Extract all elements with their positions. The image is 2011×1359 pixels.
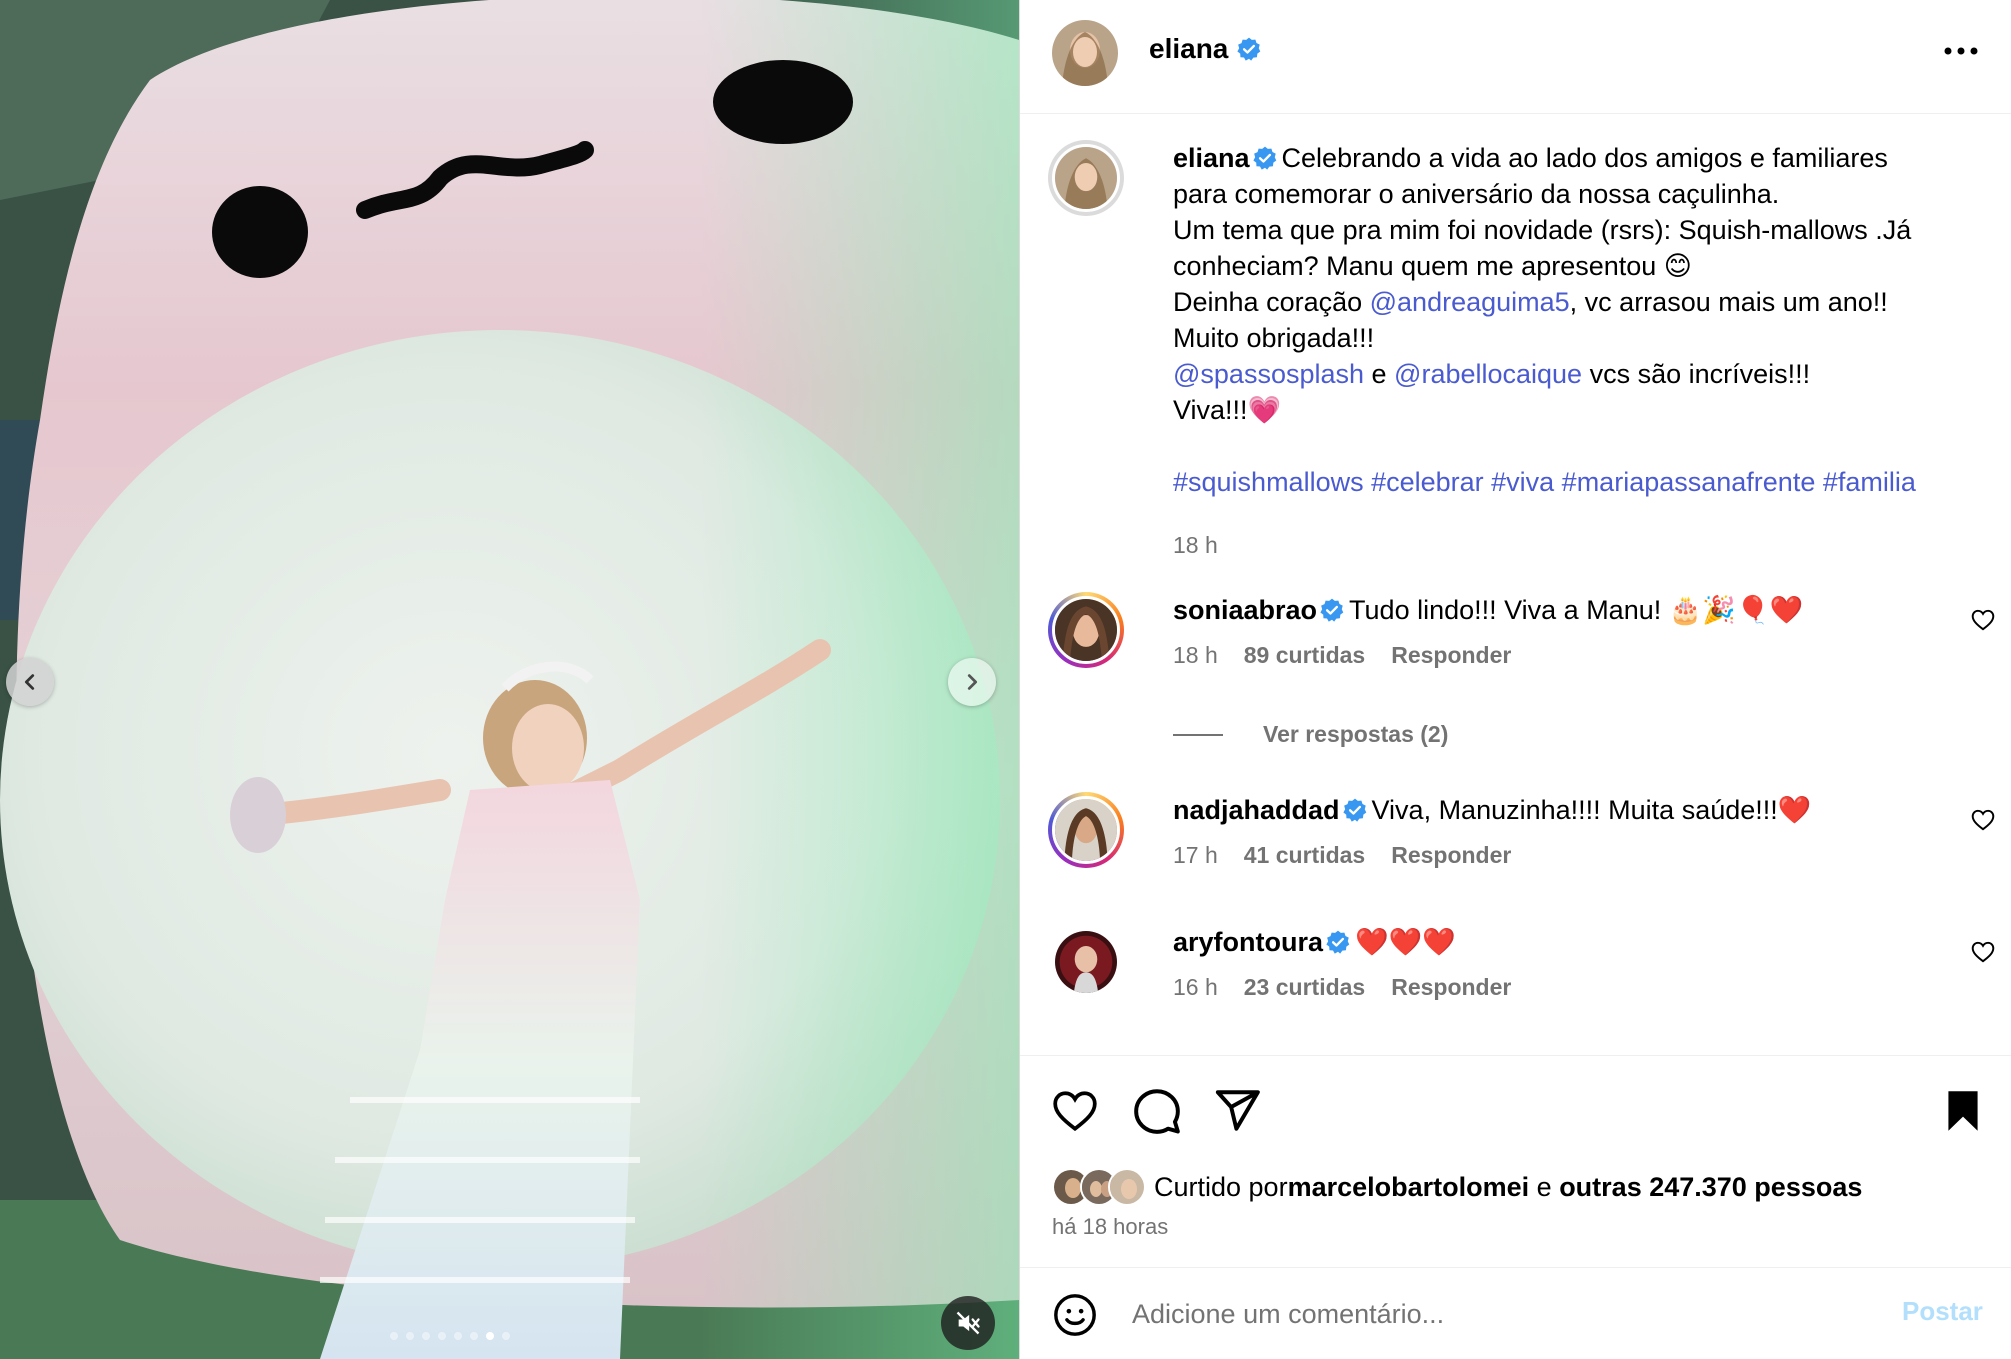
liked-by-prefix: Curtido por (1154, 1171, 1288, 1202)
chevron-left-icon (24, 674, 35, 690)
caption-line: Celebrando a vida ao lado dos amigos e f… (1281, 143, 1888, 173)
avatar[interactable] (1052, 20, 1118, 86)
comment-body: Tudo lindo!!! Viva a Manu! 🎂🎉🎈❤️ (1349, 595, 1804, 625)
reply-button[interactable]: Responder (1391, 642, 1511, 669)
caption-username[interactable]: eliana (1173, 143, 1250, 173)
verified-badge-icon (1326, 930, 1350, 954)
post-comment-button[interactable]: Postar (1902, 1296, 1983, 1327)
comment-time[interactable]: 16 h (1173, 974, 1218, 1001)
carousel-next-button[interactable] (948, 658, 996, 706)
add-comment-bar: Postar (1020, 1267, 2011, 1359)
heart-icon[interactable] (1970, 807, 1996, 833)
comment-meta: 17 h 41 curtidas Responder (1173, 842, 1511, 869)
carousel-dots (390, 1332, 510, 1340)
bookmark-saved-icon[interactable] (1938, 1086, 1988, 1136)
comment-likes[interactable]: 23 curtidas (1244, 974, 1365, 1001)
carousel-dot (470, 1332, 478, 1340)
more-options-icon[interactable] (1938, 34, 1984, 68)
hashtag-links[interactable]: #squishmallows #celebrar #viva #mariapas… (1173, 467, 1916, 497)
comment-meta: 18 h 89 curtidas Responder (1173, 642, 1511, 669)
view-replies-button[interactable]: Ver respostas (2) (1173, 721, 1448, 748)
caption-meta: 18 h (1173, 532, 1218, 559)
avatar[interactable] (1048, 792, 1124, 868)
speaker-muted-icon (956, 1311, 980, 1335)
post-side-panel: eliana eliana Celebrando a vida ao lado d… (1019, 0, 2011, 1359)
carousel-dot (502, 1332, 510, 1340)
header-username[interactable]: eliana (1149, 33, 1228, 65)
caption-line: Um tema que pra mim foi novidade (rsrs):… (1173, 215, 1912, 245)
comment-time[interactable]: 17 h (1173, 842, 1218, 869)
comments-section: eliana Celebrando a vida ao lado dos amig… (1020, 115, 2011, 1055)
avatar[interactable] (1108, 1168, 1146, 1206)
verified-badge-icon (1237, 37, 1261, 61)
caption-line: Viva!!!💗 (1173, 395, 1282, 425)
avatar[interactable] (1048, 140, 1124, 216)
caption-line: e (1364, 359, 1395, 389)
replies-divider (1173, 733, 1223, 736)
caption-time[interactable]: 18 h (1173, 532, 1218, 559)
carousel-dot (422, 1332, 430, 1340)
post-header: eliana (1020, 0, 2011, 114)
comment-username[interactable]: soniaabrao (1173, 595, 1317, 625)
caption-line: conheciam? Manu quem me apresentou 😊 (1173, 251, 1692, 281)
caption-line: Muito obrigada!!! (1173, 323, 1375, 353)
emoji-smiley-icon[interactable] (1052, 1292, 1098, 1338)
caption-line: , vc arrasou mais um ano!! (1569, 287, 1888, 317)
comment-time[interactable]: 18 h (1173, 642, 1218, 669)
liked-by-user[interactable]: marcelobartolomei (1288, 1172, 1530, 1203)
comment-bubble-icon[interactable] (1132, 1086, 1182, 1136)
carousel-dot (454, 1332, 462, 1340)
like-heart-icon[interactable] (1050, 1086, 1100, 1136)
comment-text: soniaabrao Tudo lindo!!! Viva a Manu! 🎂🎉🎈… (1173, 592, 1973, 628)
reply-button[interactable]: Responder (1391, 842, 1511, 869)
comment-input[interactable] (1132, 1290, 1832, 1338)
post-media (0, 0, 1019, 1359)
liked-by-middle: e (1529, 1171, 1560, 1202)
heart-icon[interactable] (1970, 939, 1996, 965)
post-actions: Curtido por marcelobartolomei e outras 2… (1020, 1055, 2011, 1267)
comment-username[interactable]: nadjahaddad (1173, 795, 1340, 825)
liked-by-others[interactable]: outras 247.370 pessoas (1559, 1172, 1862, 1203)
comment-meta: 16 h 23 curtidas Responder (1173, 974, 1511, 1001)
mention-link[interactable]: @spassosplash (1173, 359, 1364, 389)
verified-badge-icon (1252, 146, 1276, 170)
view-replies-label: Ver respostas (2) (1263, 721, 1449, 747)
header-username-row: eliana (1149, 33, 1262, 65)
mention-link[interactable]: @rabellocaique (1394, 359, 1582, 389)
share-paper-plane-icon[interactable] (1212, 1086, 1262, 1136)
comment-text: nadjahaddad Viva, Manuzinha!!!! Muita saú… (1173, 792, 1973, 828)
carousel-dot (438, 1332, 446, 1340)
mention-link[interactable]: @andreaguima5 (1370, 287, 1570, 317)
mute-button[interactable] (941, 1296, 995, 1350)
verified-badge-icon (1320, 598, 1344, 622)
verified-badge-icon (1342, 798, 1366, 822)
post-time-ago[interactable]: há 18 horas (1052, 1214, 1168, 1240)
caption-line: para comemorar o aniversário da nossa ca… (1173, 179, 1780, 209)
comment-username[interactable]: aryfontoura (1173, 927, 1323, 957)
caption-line: vcs são incríveis!!! (1582, 359, 1811, 389)
likes-summary: Curtido por marcelobartolomei e outras 2… (1052, 1168, 1862, 1206)
liked-by-avatars (1052, 1168, 1146, 1206)
comment-likes[interactable]: 41 curtidas (1244, 842, 1365, 869)
carousel-dot (406, 1332, 414, 1340)
avatar[interactable] (1048, 924, 1124, 1000)
post-photo (0, 0, 1019, 1359)
comment-likes[interactable]: 89 curtidas (1244, 642, 1365, 669)
reply-button[interactable]: Responder (1391, 974, 1511, 1001)
caption-text: eliana Celebrando a vida ao lado dos amig… (1173, 140, 1973, 500)
comment-body: ❤️❤️❤️ (1355, 927, 1456, 957)
heart-icon[interactable] (1970, 607, 1996, 633)
chevron-right-icon (967, 674, 978, 690)
carousel-prev-button[interactable] (6, 658, 54, 706)
carousel-dot (486, 1332, 494, 1340)
avatar[interactable] (1048, 592, 1124, 668)
caption-line: Deinha coração (1173, 287, 1370, 317)
carousel-dot (390, 1332, 398, 1340)
comment-body: Viva, Manuzinha!!!! Muita saúde!!!❤️ (1371, 795, 1812, 825)
comment-text: aryfontoura ❤️❤️❤️ (1173, 924, 1973, 960)
